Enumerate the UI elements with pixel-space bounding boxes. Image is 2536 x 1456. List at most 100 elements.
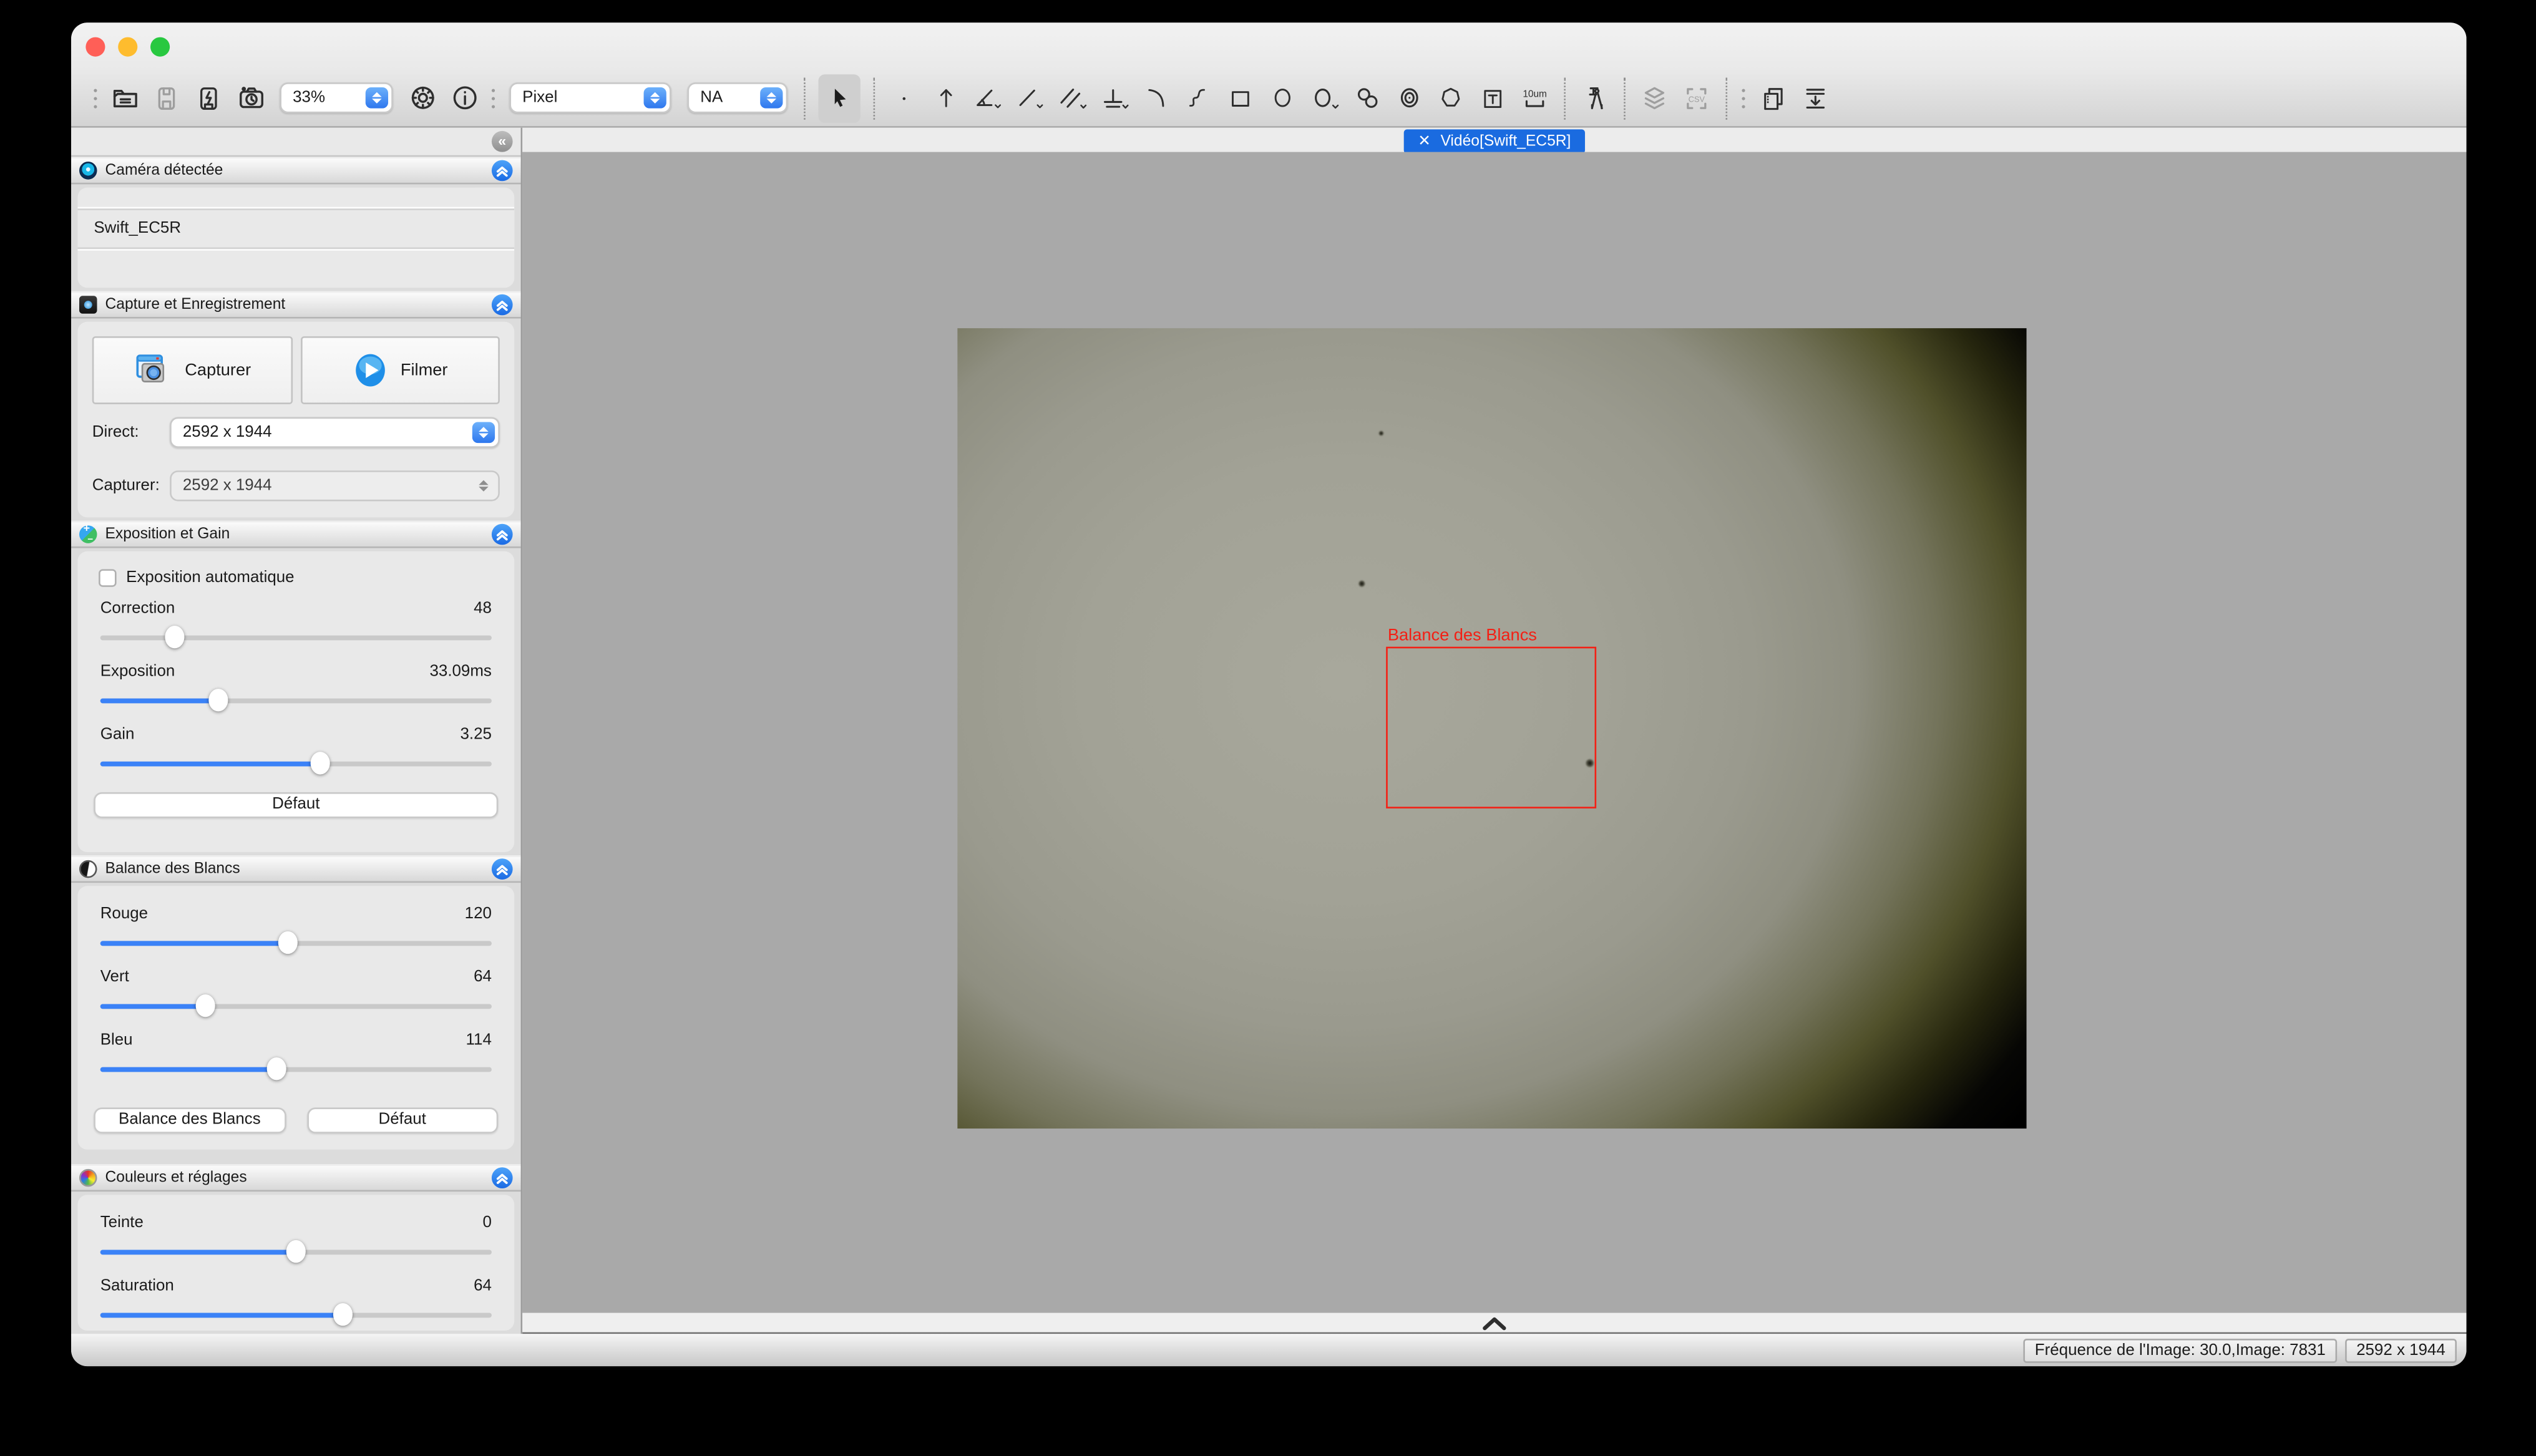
gain-slider[interactable] (100, 750, 492, 776)
slider-knob[interactable] (266, 1057, 286, 1080)
fullscreen-window-button[interactable] (150, 36, 170, 56)
unit-select[interactable]: Pixel (509, 82, 671, 113)
angle-tool-button[interactable] (972, 75, 1005, 121)
arrow-tool-button[interactable] (930, 75, 962, 121)
close-window-button[interactable] (85, 36, 105, 56)
timed-capture-button[interactable] (235, 75, 267, 121)
status-bar: Fréquence de l'Image: 30.0,Image: 7831 2… (71, 1334, 2466, 1366)
live-resolution-select[interactable]: 2592 x 1944 (170, 417, 500, 448)
collapse-panel-button[interactable] (492, 1167, 513, 1188)
exposure-default-button[interactable]: Défaut (94, 792, 498, 818)
collapse-panel-button[interactable] (492, 858, 513, 880)
scale-bar-tool-button[interactable]: 10um (1519, 75, 1551, 121)
na-stepper[interactable] (760, 87, 783, 109)
live-resolution-value: 2592 x 1944 (183, 424, 272, 442)
line-tool-button[interactable] (1014, 75, 1046, 121)
collapse-panel-button[interactable] (492, 524, 513, 545)
slider-knob[interactable] (333, 1303, 353, 1326)
na-select[interactable]: NA (688, 82, 788, 113)
unit-stepper[interactable] (644, 87, 666, 109)
curve-tool-button[interactable] (1183, 75, 1215, 121)
blue-slider[interactable] (100, 1056, 492, 1081)
export-csv-button[interactable]: CSV (1680, 75, 1713, 121)
polygon-tool-button[interactable] (1435, 75, 1467, 121)
capture-button-label: Capturer (185, 361, 251, 380)
export-image-button[interactable] (1798, 75, 1831, 121)
panel-header-exposure[interactable]: Exposition et Gain (71, 521, 521, 548)
correction-slider[interactable] (100, 624, 492, 649)
copy-button[interactable] (1757, 75, 1789, 121)
video-canvas[interactable]: Balance des Blancs (522, 152, 2466, 1313)
snap-resolution-value: 2592 x 1944 (183, 477, 272, 495)
linked-circles-tool-button[interactable] (1350, 75, 1383, 121)
slider-knob[interactable] (278, 931, 298, 954)
live-video-view[interactable]: Balance des Blancs (957, 328, 2026, 1128)
rectangle-tool-button[interactable] (1224, 75, 1257, 121)
save-burst-button[interactable] (192, 75, 225, 121)
minimize-window-button[interactable] (118, 36, 137, 56)
svg-text:CSV: CSV (1689, 94, 1705, 103)
slider-knob[interactable] (310, 752, 329, 774)
collapse-panel-button[interactable] (492, 294, 513, 316)
capture-button[interactable]: Capturer (92, 336, 292, 404)
zoom-level-select[interactable]: 33% (280, 82, 393, 113)
toolbar-separator (1624, 77, 1626, 119)
toolbar-separator (1725, 77, 1727, 119)
parallel-lines-tool-button[interactable] (1056, 75, 1088, 121)
snap-resolution-stepper (472, 475, 495, 497)
collapse-panel-button[interactable] (492, 160, 513, 182)
auto-exposure-checkbox[interactable] (99, 569, 117, 587)
slider-knob[interactable] (208, 689, 227, 711)
panel-title: Caméra détectée (105, 162, 483, 180)
record-button-label: Filmer (401, 361, 448, 380)
record-button[interactable]: Filmer (300, 336, 500, 404)
unit-value: Pixel (522, 89, 557, 107)
slider-knob[interactable] (286, 1240, 306, 1263)
white-balance-button[interactable]: Balance des Blancs (94, 1107, 285, 1133)
zoom-stepper[interactable] (366, 87, 388, 109)
hue-slider[interactable] (100, 1238, 492, 1264)
white-balance-roi-rect[interactable]: Balance des Blancs (1386, 647, 1596, 808)
panel-header-white-balance[interactable]: Balance des Blancs (71, 855, 521, 883)
panel-header-capture[interactable]: Capture et Enregistrement (71, 291, 521, 319)
slider-value: 3.25 (460, 726, 491, 744)
slider-knob[interactable] (196, 994, 215, 1017)
snap-resolution-select[interactable]: 2592 x 1944 (170, 470, 500, 501)
white-balance-default-button[interactable]: Défaut (306, 1107, 498, 1133)
exposure-icon (79, 525, 97, 543)
text-tool-button[interactable] (1476, 75, 1509, 121)
open-folder-button[interactable] (109, 75, 141, 121)
slider-label: Vert (100, 968, 129, 986)
arc-tool-button[interactable] (1140, 75, 1173, 121)
panel-header-colors[interactable]: Couleurs et réglages (71, 1164, 521, 1191)
annulus-tool-button[interactable] (1393, 75, 1425, 121)
save-button[interactable] (150, 75, 183, 121)
panel-header-camera[interactable]: Caméra détectée (71, 157, 521, 184)
green-slider[interactable] (100, 993, 492, 1018)
sidebar-collapse-button[interactable]: « (492, 131, 513, 152)
red-slider[interactable] (100, 929, 492, 955)
tab-video[interactable]: ✕ Vidéo[Swift_EC5R] (1403, 129, 1586, 153)
ellipse-tool-button[interactable] (1266, 75, 1299, 121)
measure-calipers-button[interactable] (1579, 75, 1611, 121)
saturation-slider[interactable] (100, 1301, 492, 1327)
slider-value: 64 (474, 968, 492, 986)
pointer-tool-button[interactable] (818, 74, 860, 122)
close-tab-icon[interactable]: ✕ (1418, 132, 1431, 150)
live-resolution-stepper[interactable] (472, 422, 495, 443)
perpendicular-tool-button[interactable] (1098, 75, 1131, 121)
settings-gear-button[interactable] (406, 75, 439, 121)
panel-title: Balance des Blancs (105, 860, 483, 878)
info-button[interactable] (448, 75, 480, 121)
exposure-slider[interactable] (100, 687, 492, 713)
auto-exposure-label: Exposition automatique (126, 569, 294, 587)
slider-knob[interactable] (165, 626, 184, 648)
titlebar (71, 22, 2466, 69)
dust-speck (1585, 759, 1593, 767)
circle-tool-button[interactable] (1309, 75, 1341, 121)
camera-list-item[interactable]: Swift_EC5R (77, 208, 514, 249)
expand-chevron-icon[interactable] (1481, 1315, 1507, 1329)
point-tool-button[interactable] (888, 75, 920, 121)
layers-button[interactable] (1638, 75, 1670, 121)
dust-speck (1358, 580, 1365, 586)
